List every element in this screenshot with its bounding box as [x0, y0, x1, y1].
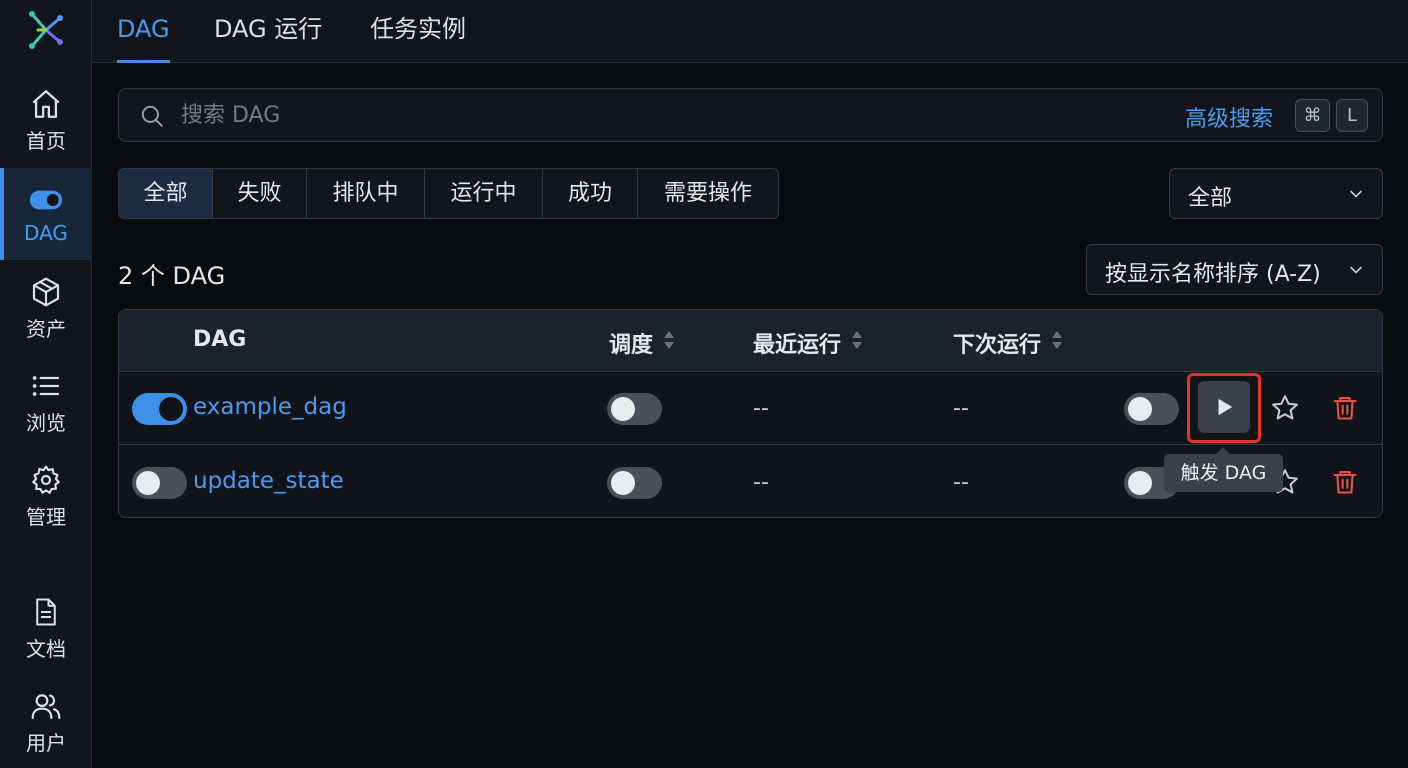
dag-toggle-icon: [29, 183, 63, 217]
sort-icon: [851, 329, 863, 357]
nav-label: 管理: [26, 504, 66, 529]
tab-dag-runs[interactable]: DAG 运行: [214, 0, 322, 63]
gear-icon: [29, 463, 63, 497]
tab-dag[interactable]: DAG: [117, 0, 170, 63]
shortcut-key-l: L: [1336, 99, 1368, 132]
column-header-last-run[interactable]: 最近运行: [753, 327, 863, 359]
next-run-value: --: [953, 396, 969, 421]
nav-item-dag[interactable]: DAG: [0, 168, 92, 260]
column-header-schedule[interactable]: 调度: [609, 327, 675, 359]
search-icon: [139, 103, 165, 133]
nav-item-assets[interactable]: 资产: [0, 262, 92, 354]
filter-success-button[interactable]: 成功: [543, 169, 638, 218]
dag-count: 2 个 DAG: [118, 262, 226, 290]
sidebar: 首页 DAG 资产 浏览 管理 文档 用户: [0, 0, 92, 768]
delete-trash-icon[interactable]: [1329, 466, 1361, 498]
favorite-star-icon[interactable]: [1269, 392, 1301, 424]
schedule-toggle[interactable]: [607, 393, 662, 425]
schedule-toggle[interactable]: [607, 467, 662, 499]
nav-item-home[interactable]: 首页: [0, 74, 92, 166]
sort-icon: [1051, 329, 1063, 357]
table-row: example_dag -- --: [119, 372, 1382, 445]
nav-item-docs[interactable]: 文档: [0, 582, 92, 674]
dag-name-link[interactable]: example_dag: [193, 394, 347, 420]
dag-enable-toggle[interactable]: [132, 393, 187, 425]
pause-toggle[interactable]: [1124, 393, 1179, 425]
trigger-dag-tooltip: 触发 DAG: [1164, 447, 1283, 492]
nav-label: 首页: [26, 128, 66, 153]
top-tab-bar: DAG DAG 运行 任务实例: [92, 0, 1408, 63]
filter-queued-button[interactable]: 排队中: [307, 169, 425, 218]
nav-label: 用户: [26, 730, 66, 755]
chevron-down-icon: [1346, 184, 1366, 210]
asset-cube-icon: [29, 275, 63, 309]
nav-item-browse[interactable]: 浏览: [0, 356, 92, 448]
nav-label: 浏览: [26, 410, 66, 435]
dag-name-link[interactable]: update_state: [193, 468, 344, 494]
nav-item-admin[interactable]: 管理: [0, 450, 92, 542]
last-run-value: --: [753, 470, 769, 495]
next-run-value: --: [953, 470, 969, 495]
table-header: DAG 调度 最近运行 下次运行: [119, 310, 1382, 372]
filter-running-button[interactable]: 运行中: [425, 169, 543, 218]
sort-icon: [663, 329, 675, 357]
document-icon: [29, 595, 63, 629]
filter-all-button[interactable]: 全部: [119, 169, 213, 218]
app-logo-icon[interactable]: [26, 8, 66, 52]
search-bar: 高级搜索 ⌘ L: [118, 88, 1383, 142]
advanced-search-link[interactable]: 高级搜索: [1185, 101, 1273, 133]
home-icon: [29, 87, 63, 121]
last-run-value: --: [753, 396, 769, 421]
users-icon: [29, 689, 63, 723]
filter-needs-action-button[interactable]: 需要操作: [638, 169, 778, 218]
filter-failed-button[interactable]: 失败: [213, 169, 307, 218]
sort-select-value: 按显示名称排序 (A-Z): [1105, 262, 1321, 287]
list-icon: [29, 369, 63, 403]
nav-label: DAG: [24, 221, 68, 245]
nav-label: 资产: [26, 316, 66, 341]
state-filter-group: 全部 失败 排队中 运行中 成功 需要操作: [118, 168, 779, 219]
status-select-value: 全部: [1188, 186, 1233, 211]
delete-trash-icon[interactable]: [1329, 392, 1361, 424]
column-header-next-run[interactable]: 下次运行: [953, 327, 1063, 359]
sort-select[interactable]: 按显示名称排序 (A-Z): [1086, 244, 1383, 295]
search-input[interactable]: [181, 99, 1081, 131]
nav-label: 文档: [26, 636, 66, 661]
shortcut-key-cmd: ⌘: [1295, 99, 1330, 132]
status-select[interactable]: 全部: [1169, 168, 1383, 219]
column-header-dag: DAG: [193, 327, 247, 352]
tab-task-instances[interactable]: 任务实例: [370, 0, 466, 63]
highlight-box: [1187, 373, 1261, 443]
chevron-down-icon: [1346, 260, 1366, 286]
dag-enable-toggle[interactable]: [132, 467, 187, 499]
nav-item-users[interactable]: 用户: [0, 676, 92, 768]
